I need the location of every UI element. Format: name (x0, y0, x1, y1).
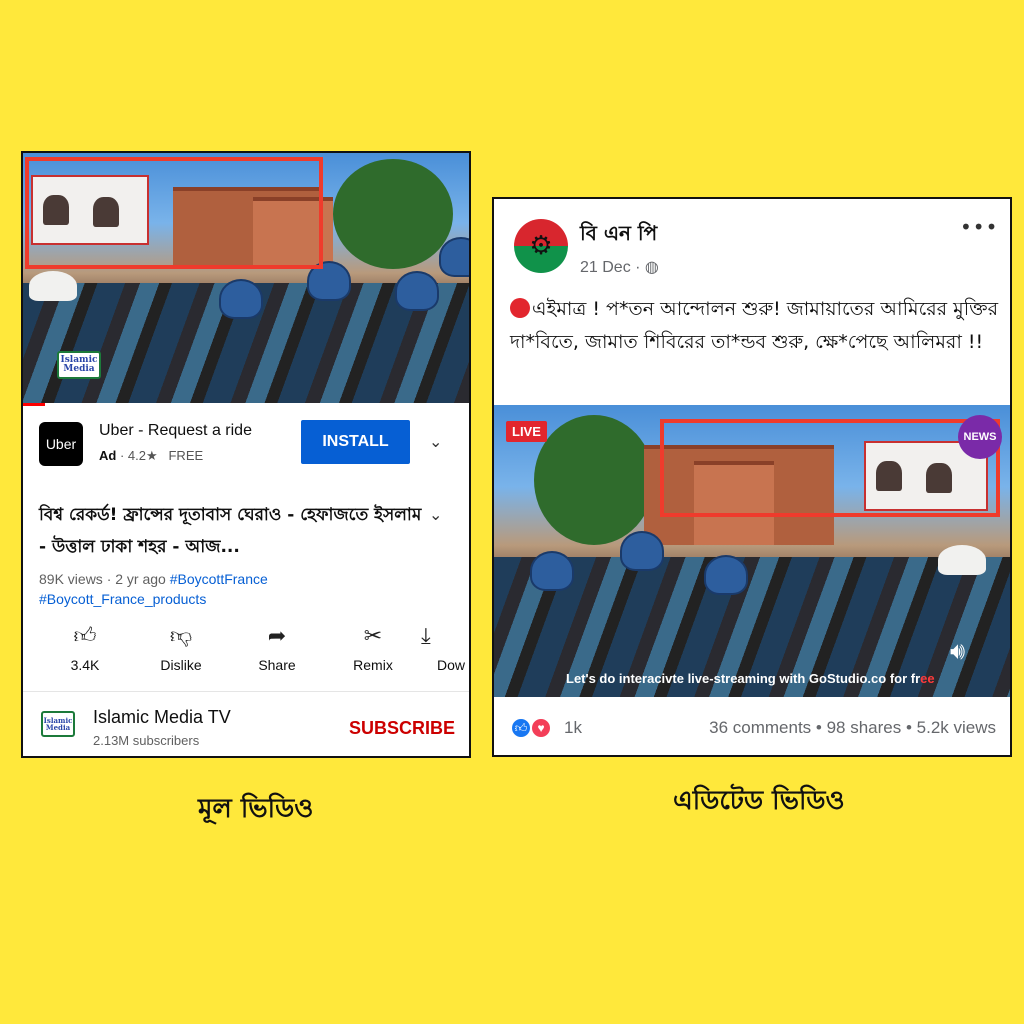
post-text: এইমাত্র ! প*তন আন্দোলন শুরু! জামায়াতের … (510, 298, 999, 353)
edited-video-player[interactable]: LIVE NEWS Let's do interacivte live-stre… (494, 405, 1010, 697)
share-icon: ➦ (267, 623, 287, 648)
page-avatar[interactable]: ⚙ (514, 219, 568, 273)
police-helmet (439, 237, 469, 277)
white-cap (938, 545, 986, 575)
globe-icon: ◍ (644, 259, 659, 276)
like-button[interactable]: 👍︎ 3.4K (45, 621, 125, 673)
news-badge: NEWS (958, 415, 1002, 459)
download-button[interactable]: ⤓ Dow (421, 621, 469, 673)
thumbs-down-icon: 👎︎ (169, 623, 193, 648)
subscriber-count: 2.13M subscribers (93, 733, 200, 748)
police-helmet (704, 555, 748, 595)
white-cap (29, 271, 77, 301)
youtube-panel: Islamic Media Uber Uber - Request a ride … (21, 151, 471, 758)
original-video-player[interactable]: Islamic Media (23, 153, 469, 403)
more-options-icon[interactable]: ••• (960, 215, 998, 239)
live-badge: LIVE (506, 421, 547, 442)
ad-title: Uber - Request a ride (99, 422, 252, 439)
post-stats: 👍︎ ♥ 1k 36 comments • 98 shares • 5.2k v… (494, 709, 1010, 749)
download-icon: ⤓ (421, 623, 431, 648)
hashtag-link[interactable]: #BoycottFrance (170, 571, 268, 587)
channel-avatar[interactable]: Islamic Media (41, 711, 75, 737)
ad-meta: Ad · 4.2★ FREE (99, 448, 204, 463)
remix-icon: ✂ (363, 623, 383, 648)
uber-logo: Uber (39, 422, 83, 466)
like-reaction-icon[interactable]: 👍︎ (510, 717, 532, 739)
action-bar: 👍︎ 3.4K 👎︎ Dislike ➦ Share ✂ Remix ⤓ Dow (23, 621, 469, 681)
channel-watermark-logo: Islamic Media (57, 351, 101, 379)
facebook-panel: ⚙ বি এন পি 21 Dec · ◍ ••• এইমাত্র ! প*তন… (492, 197, 1012, 757)
engagement-stats[interactable]: 36 comments • 98 shares • 5.2k views (709, 718, 996, 738)
chevron-down-icon[interactable]: ⌄ (429, 505, 442, 524)
police-helmet (395, 271, 439, 311)
page-name[interactable]: বি এন পি (580, 219, 657, 252)
highlight-box (25, 157, 323, 269)
remix-button[interactable]: ✂ Remix (333, 621, 413, 673)
install-button[interactable]: INSTALL (301, 420, 410, 464)
gear-icon: ⚙ (529, 231, 553, 261)
police-helmet (620, 531, 664, 571)
share-button[interactable]: ➦ Share (237, 621, 317, 673)
reaction-count[interactable]: 1k (564, 718, 582, 738)
video-title[interactable]: বিশ্ব রেকর্ড! ফ্রান্সের দূতাবাস ঘেরাও - … (39, 499, 425, 563)
dislike-button[interactable]: 👎︎ Dislike (141, 621, 221, 673)
love-reaction-icon[interactable]: ♥ (530, 717, 552, 739)
ticker-text: Let's do interacivte live-streaming with… (566, 671, 935, 686)
edited-video-caption: এডিটেড ভিডিও (673, 786, 845, 816)
channel-name[interactable]: Islamic Media TV (93, 707, 231, 728)
thumbs-up-icon: 👍︎ (73, 623, 97, 648)
hashtag-link[interactable]: #Boycott_France_products (39, 591, 206, 607)
tree (534, 415, 654, 545)
ad-banner[interactable]: Uber Uber - Request a ride Ad · 4.2★ FRE… (23, 406, 469, 482)
original-video-caption: মূল ভিডিও (198, 794, 314, 824)
video-meta: 89K views · 2 yr ago #BoycottFrance #Boy… (39, 571, 268, 607)
speaker-icon[interactable]: 🔊︎ (950, 637, 965, 665)
chevron-down-icon[interactable]: ⌄ (429, 432, 442, 451)
subscribe-button[interactable]: SUBSCRIBE (349, 718, 455, 739)
tree (333, 159, 453, 269)
highlight-box (660, 419, 1000, 517)
red-circle-icon (510, 298, 530, 318)
police-helmet (219, 279, 263, 319)
divider (23, 691, 469, 692)
post-date: 21 Dec · ◍ (580, 259, 659, 276)
police-helmet (530, 551, 574, 591)
